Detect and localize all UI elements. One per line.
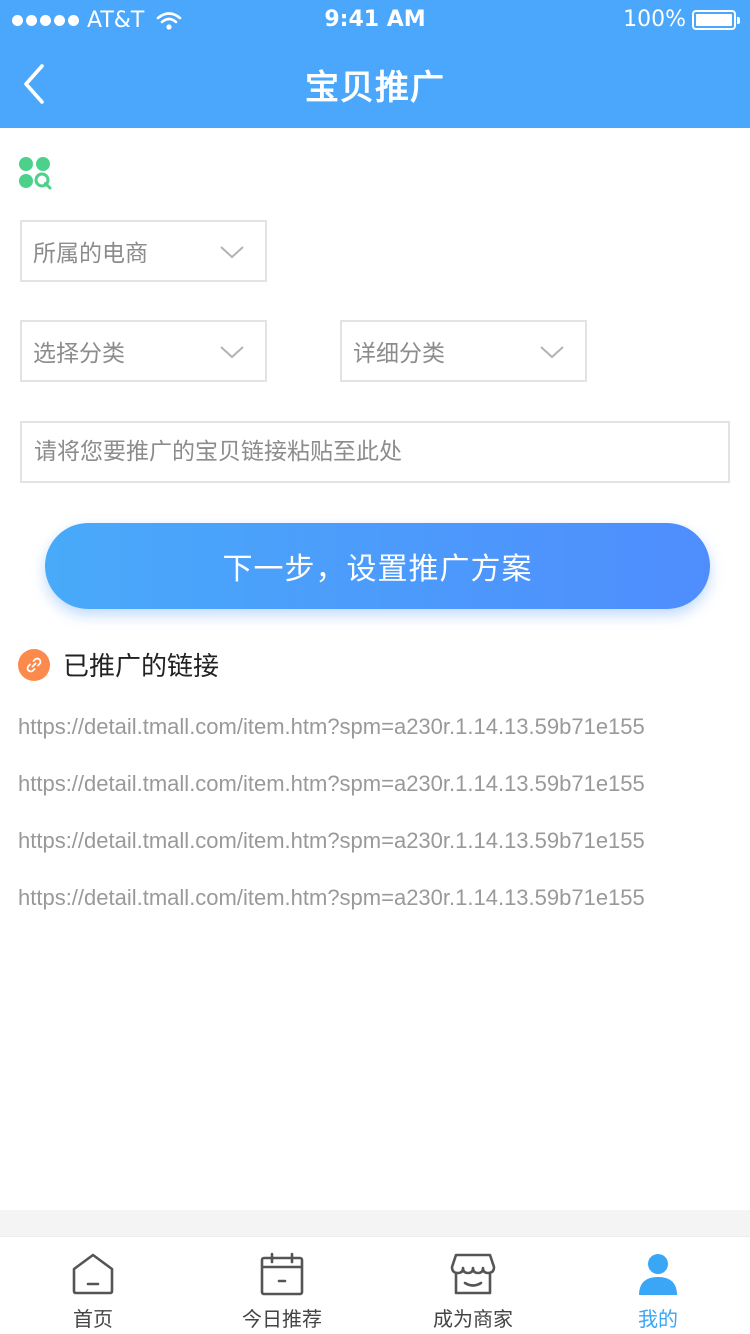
subcategory-select[interactable]: 详细分类 bbox=[340, 320, 587, 382]
tab-mine-label: 我的 bbox=[638, 1307, 678, 1331]
tab-merchant-label: 成为商家 bbox=[433, 1307, 513, 1331]
status-bar: AT&T 9:41 AM 100% bbox=[0, 0, 750, 40]
ecommerce-select-label: 所属的电商 bbox=[33, 241, 148, 267]
battery-icon bbox=[692, 9, 740, 30]
promoted-links-header: 已推广的链接 bbox=[18, 646, 219, 683]
category-select-label: 选择分类 bbox=[33, 341, 125, 367]
apps-grid-icon bbox=[19, 157, 52, 190]
store-icon bbox=[450, 1253, 496, 1295]
divider-band bbox=[0, 1210, 750, 1236]
tab-home-label: 首页 bbox=[73, 1307, 113, 1331]
chevron-down-icon bbox=[220, 346, 244, 359]
ecommerce-select[interactable]: 所属的电商 bbox=[20, 220, 267, 282]
tab-bar: 首页 今日推荐 成为商家 我的 bbox=[0, 1236, 750, 1334]
page-title: 宝贝推广 bbox=[305, 68, 445, 108]
home-icon bbox=[72, 1253, 114, 1295]
promoted-link-item[interactable]: https://detail.tmall.com/item.htm?spm=a2… bbox=[18, 819, 734, 876]
product-link-input[interactable] bbox=[20, 421, 730, 483]
chevron-down-icon bbox=[540, 346, 564, 359]
next-step-button[interactable]: 下一步，设置推广方案 bbox=[45, 523, 710, 609]
tab-mine[interactable]: 我的 bbox=[588, 1237, 728, 1334]
tab-today-label: 今日推荐 bbox=[242, 1307, 322, 1331]
user-icon bbox=[639, 1254, 677, 1295]
category-select[interactable]: 选择分类 bbox=[20, 320, 267, 382]
screen: AT&T 9:41 AM 100% 宝贝推广 所属的电商 选择分类 详细分类 请… bbox=[0, 0, 750, 1334]
chevron-down-icon bbox=[220, 246, 244, 259]
tab-today-recommend[interactable]: 今日推荐 bbox=[212, 1237, 352, 1334]
promoted-link-item[interactable]: https://detail.tmall.com/item.htm?spm=a2… bbox=[18, 876, 734, 933]
tab-become-merchant[interactable]: 成为商家 bbox=[403, 1237, 543, 1334]
promoted-links-title: 已推广的链接 bbox=[63, 652, 220, 682]
calendar-icon bbox=[260, 1252, 304, 1296]
header: AT&T 9:41 AM 100% 宝贝推广 bbox=[0, 0, 750, 128]
promoted-links-list: https://detail.tmall.com/item.htm?spm=a2… bbox=[18, 705, 734, 933]
link-icon bbox=[18, 648, 50, 681]
tab-home[interactable]: 首页 bbox=[23, 1237, 163, 1334]
subcategory-select-label: 详细分类 bbox=[353, 341, 445, 367]
promoted-link-item[interactable]: https://detail.tmall.com/item.htm?spm=a2… bbox=[18, 762, 734, 819]
promoted-link-item[interactable]: https://detail.tmall.com/item.htm?spm=a2… bbox=[18, 705, 734, 762]
battery-group: 100% bbox=[623, 7, 740, 32]
battery-percent: 100% bbox=[623, 7, 686, 32]
